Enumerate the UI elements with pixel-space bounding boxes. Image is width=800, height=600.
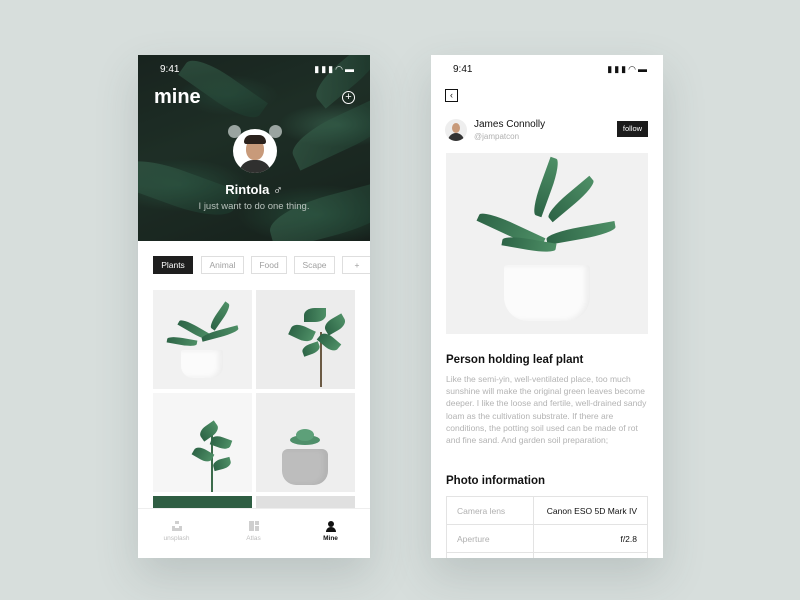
photo-detail-screen: 9:41 ▮▮▮◠▬ ‹ James Connolly @jampatcon f…	[431, 55, 663, 558]
unsplash-icon	[171, 519, 183, 531]
photo-tile[interactable]	[153, 290, 252, 389]
author-name[interactable]: James Connolly	[474, 119, 545, 130]
table-row: Camera lens Canon ESO 5D Mark IV	[446, 497, 648, 525]
signal-icon: ▮▮▮	[607, 64, 629, 74]
photo-tile[interactable]	[256, 393, 355, 492]
user-icon	[325, 519, 337, 532]
add-tag-button[interactable]: +	[342, 256, 370, 274]
post-description: Like the semi-yin, well-ventilated place…	[446, 374, 647, 446]
battery-icon: ▬	[345, 64, 356, 74]
user-name-row: Rintola ♂	[138, 182, 370, 197]
wifi-icon: ◠	[335, 64, 345, 74]
tab-label: unsplash	[163, 535, 190, 542]
tag-plants[interactable]: Plants	[153, 256, 193, 274]
info-value: Canon ESO 5D Mark IV	[546, 506, 637, 516]
photo-tile[interactable]	[153, 496, 252, 508]
battery-icon: ▬	[638, 64, 649, 74]
table-row	[446, 553, 648, 558]
tag-food[interactable]: Food	[251, 256, 287, 274]
tab-unsplash[interactable]: unsplash	[138, 519, 215, 542]
wifi-icon: ◠	[628, 64, 638, 74]
profile-header: 9:41 ▮▮▮◠▬ mine + Rintola ♂ I just want …	[138, 55, 370, 241]
status-icons: ▮▮▮◠▬	[607, 64, 649, 75]
post-photo[interactable]	[446, 153, 648, 334]
author-handle: @jampatcon	[474, 132, 520, 141]
grid-icon	[248, 519, 260, 531]
post-title: Person holding leaf plant	[446, 354, 584, 366]
tab-atlas[interactable]: Atlas	[215, 519, 292, 542]
page-title: mine	[154, 86, 201, 108]
info-value: f/2.8	[620, 534, 637, 544]
profile-screen: 9:41 ▮▮▮◠▬ mine + Rintola ♂ I just want …	[138, 55, 370, 558]
photo-grid	[153, 290, 355, 508]
photo-info-heading: Photo information	[446, 475, 546, 487]
status-icons: ▮▮▮◠▬	[314, 64, 356, 75]
photo-info-table: Camera lens Canon ESO 5D Mark IV Apertur…	[446, 496, 648, 558]
avatar[interactable]	[228, 125, 282, 175]
info-label: Aperture	[457, 534, 490, 544]
signal-icon: ▮▮▮	[314, 64, 336, 74]
author-avatar[interactable]	[445, 119, 467, 141]
tab-label: Mine	[323, 535, 338, 542]
tab-label: Atlas	[246, 535, 261, 542]
photo-tile[interactable]	[153, 393, 252, 492]
tag-animal[interactable]: Animal	[201, 256, 244, 274]
category-tags: Plants Animal Food Scape +	[153, 256, 370, 274]
photo-tile[interactable]	[256, 496, 355, 508]
status-bar: 9:41 ▮▮▮◠▬	[431, 55, 663, 85]
user-name: Rintola	[225, 182, 270, 197]
status-bar: 9:41 ▮▮▮◠▬	[138, 55, 370, 85]
follow-button[interactable]: follow	[617, 121, 648, 137]
back-arrow-icon[interactable]: ‹	[445, 89, 458, 102]
table-row: Aperture f/2.8	[446, 525, 648, 553]
info-label: Camera lens	[457, 506, 506, 516]
gender-icon: ♂	[272, 182, 283, 197]
status-time: 9:41	[453, 64, 473, 75]
tag-scape[interactable]: Scape	[294, 256, 335, 274]
plus-circle-icon[interactable]: +	[342, 91, 355, 104]
user-bio: I just want to do one thing.	[198, 201, 310, 212]
tab-bar: unsplash Atlas Mine	[138, 508, 370, 558]
photo-tile[interactable]	[256, 290, 355, 389]
status-time: 9:41	[160, 64, 180, 75]
tab-mine[interactable]: Mine	[292, 519, 369, 542]
